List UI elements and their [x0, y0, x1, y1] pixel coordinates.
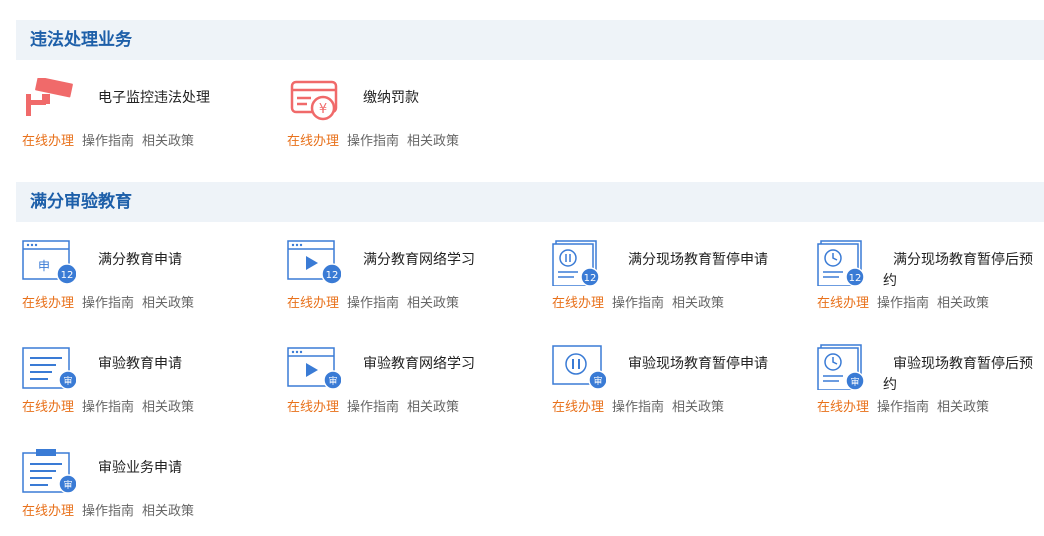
- related-policy-link[interactable]: 相关政策: [937, 296, 989, 311]
- online-handle-link[interactable]: 在线办理: [552, 400, 604, 415]
- svg-text:审: 审: [328, 375, 337, 387]
- item-title: 审验教育申请: [98, 356, 182, 372]
- clock-icon: 12: [817, 240, 871, 286]
- related-policy-link[interactable]: 相关政策: [407, 400, 459, 415]
- item-links: 在线办理 操作指南 相关政策: [22, 130, 202, 149]
- item-links: 在线办理 操作指南 相关政策: [287, 396, 467, 415]
- operation-guide-link[interactable]: 操作指南: [347, 296, 399, 311]
- related-policy-link[interactable]: 相关政策: [937, 400, 989, 415]
- related-policy-link[interactable]: 相关政策: [142, 400, 194, 415]
- item-links: 在线办理 操作指南 相关政策: [22, 396, 202, 415]
- related-policy-link[interactable]: 相关政策: [672, 296, 724, 311]
- operation-guide-link[interactable]: 操作指南: [612, 400, 664, 415]
- fine-payment-icon: ¥: [287, 78, 341, 124]
- operation-guide-link[interactable]: 操作指南: [82, 296, 134, 311]
- service-item-pay-fine: ¥ 缴纳罚款 在线办理 操作指南 相关政策: [281, 78, 531, 158]
- service-item-review-pause-appointment: 审 审验现场教育暂停后预约 在线办理 操作指南 相关政策: [811, 344, 1044, 424]
- svg-text:¥: ¥: [319, 102, 327, 117]
- online-handle-link[interactable]: 在线办理: [287, 296, 339, 311]
- item-title: 满分教育申请: [98, 252, 182, 268]
- related-policy-link[interactable]: 相关政策: [142, 296, 194, 311]
- related-policy-link[interactable]: 相关政策: [407, 296, 459, 311]
- item-title: 满分教育网络学习: [363, 252, 475, 268]
- operation-guide-link[interactable]: 操作指南: [612, 296, 664, 311]
- online-handle-link[interactable]: 在线办理: [22, 504, 74, 519]
- item-links: 在线办理 操作指南 相关政策: [817, 396, 997, 415]
- item-title: 审验业务申请: [98, 460, 182, 476]
- online-handle-link[interactable]: 在线办理: [552, 296, 604, 311]
- online-handle-link[interactable]: 在线办理: [22, 400, 74, 415]
- video-play-icon: 审: [287, 344, 341, 390]
- online-handle-link[interactable]: 在线办理: [22, 134, 74, 149]
- clipboard-icon: 审: [22, 448, 76, 494]
- item-links: 在线办理 操作指南 相关政策: [817, 292, 997, 311]
- related-policy-link[interactable]: 相关政策: [672, 400, 724, 415]
- online-handle-link[interactable]: 在线办理: [287, 134, 339, 149]
- service-item-full-score-pause-appointment: 12 满分现场教育暂停后预约 在线办理 操作指南 相关政策: [811, 240, 1044, 320]
- item-title: 满分现场教育暂停申请: [628, 252, 768, 268]
- item-links: 在线办理 操作指南 相关政策: [552, 396, 732, 415]
- item-links: 在线办理 操作指南 相关政策: [22, 292, 202, 311]
- svg-text:审: 审: [63, 375, 72, 387]
- item-title: 满分现场教育暂停后预约: [883, 252, 1033, 289]
- service-item-full-score-online-learning: 12 满分教育网络学习 在线办理 操作指南 相关政策: [281, 240, 531, 320]
- item-title: 审验现场教育暂停后预约: [883, 356, 1033, 393]
- pause-icon: 审: [552, 344, 606, 390]
- surveillance-camera-icon: [22, 78, 76, 124]
- operation-guide-link[interactable]: 操作指南: [877, 296, 929, 311]
- service-item-review-business-application: 审 审验业务申请 在线办理 操作指南 相关政策: [16, 448, 266, 528]
- svg-text:审: 审: [63, 479, 72, 491]
- svg-text:12: 12: [849, 273, 862, 284]
- item-title: 缴纳罚款: [363, 90, 419, 106]
- item-title: 审验现场教育暂停申请: [628, 356, 768, 372]
- service-item-review-pause-application: 审 审验现场教育暂停申请 在线办理 操作指南 相关政策: [546, 344, 796, 424]
- svg-text:12: 12: [584, 273, 597, 284]
- related-policy-link[interactable]: 相关政策: [407, 134, 459, 149]
- operation-guide-link[interactable]: 操作指南: [82, 400, 134, 415]
- svg-text:审: 审: [593, 375, 602, 387]
- pause-icon: 12: [552, 240, 606, 286]
- operation-guide-link[interactable]: 操作指南: [877, 400, 929, 415]
- svg-text:12: 12: [326, 270, 339, 281]
- svg-text:审: 审: [850, 376, 859, 388]
- item-links: 在线办理 操作指南 相关政策: [287, 130, 467, 149]
- service-item-full-score-pause-application: 12 满分现场教育暂停申请 在线办理 操作指南 相关政策: [546, 240, 796, 320]
- section-header-education: 满分审验教育: [16, 182, 1044, 222]
- service-item-electronic-monitoring: 电子监控违法处理 在线办理 操作指南 相关政策: [16, 78, 266, 158]
- service-item-review-online-learning: 审 审验教育网络学习 在线办理 操作指南 相关政策: [281, 344, 531, 424]
- item-links: 在线办理 操作指南 相关政策: [287, 292, 467, 311]
- clock-icon: 审: [817, 344, 871, 390]
- application-form-icon: 申 12: [22, 240, 76, 286]
- online-handle-link[interactable]: 在线办理: [22, 296, 74, 311]
- online-handle-link[interactable]: 在线办理: [817, 400, 869, 415]
- svg-text:12: 12: [61, 270, 74, 281]
- item-links: 在线办理 操作指南 相关政策: [22, 500, 202, 519]
- item-title: 电子监控违法处理: [98, 90, 210, 106]
- online-handle-link[interactable]: 在线办理: [817, 296, 869, 311]
- related-policy-link[interactable]: 相关政策: [142, 504, 194, 519]
- operation-guide-link[interactable]: 操作指南: [347, 400, 399, 415]
- operation-guide-link[interactable]: 操作指南: [82, 134, 134, 149]
- item-links: 在线办理 操作指南 相关政策: [552, 292, 732, 311]
- related-policy-link[interactable]: 相关政策: [142, 134, 194, 149]
- svg-text:申: 申: [38, 259, 50, 273]
- item-title: 审验教育网络学习: [363, 356, 475, 372]
- service-item-review-education-application: 审 审验教育申请 在线办理 操作指南 相关政策: [16, 344, 266, 424]
- service-item-full-score-education-application: 申 12 满分教育申请 在线办理 操作指南 相关政策: [16, 240, 266, 320]
- operation-guide-link[interactable]: 操作指南: [82, 504, 134, 519]
- document-lines-icon: 审: [22, 344, 76, 390]
- operation-guide-link[interactable]: 操作指南: [347, 134, 399, 149]
- online-handle-link[interactable]: 在线办理: [287, 400, 339, 415]
- section-header-violation: 违法处理业务: [16, 20, 1044, 60]
- video-play-icon: 12: [287, 240, 341, 286]
